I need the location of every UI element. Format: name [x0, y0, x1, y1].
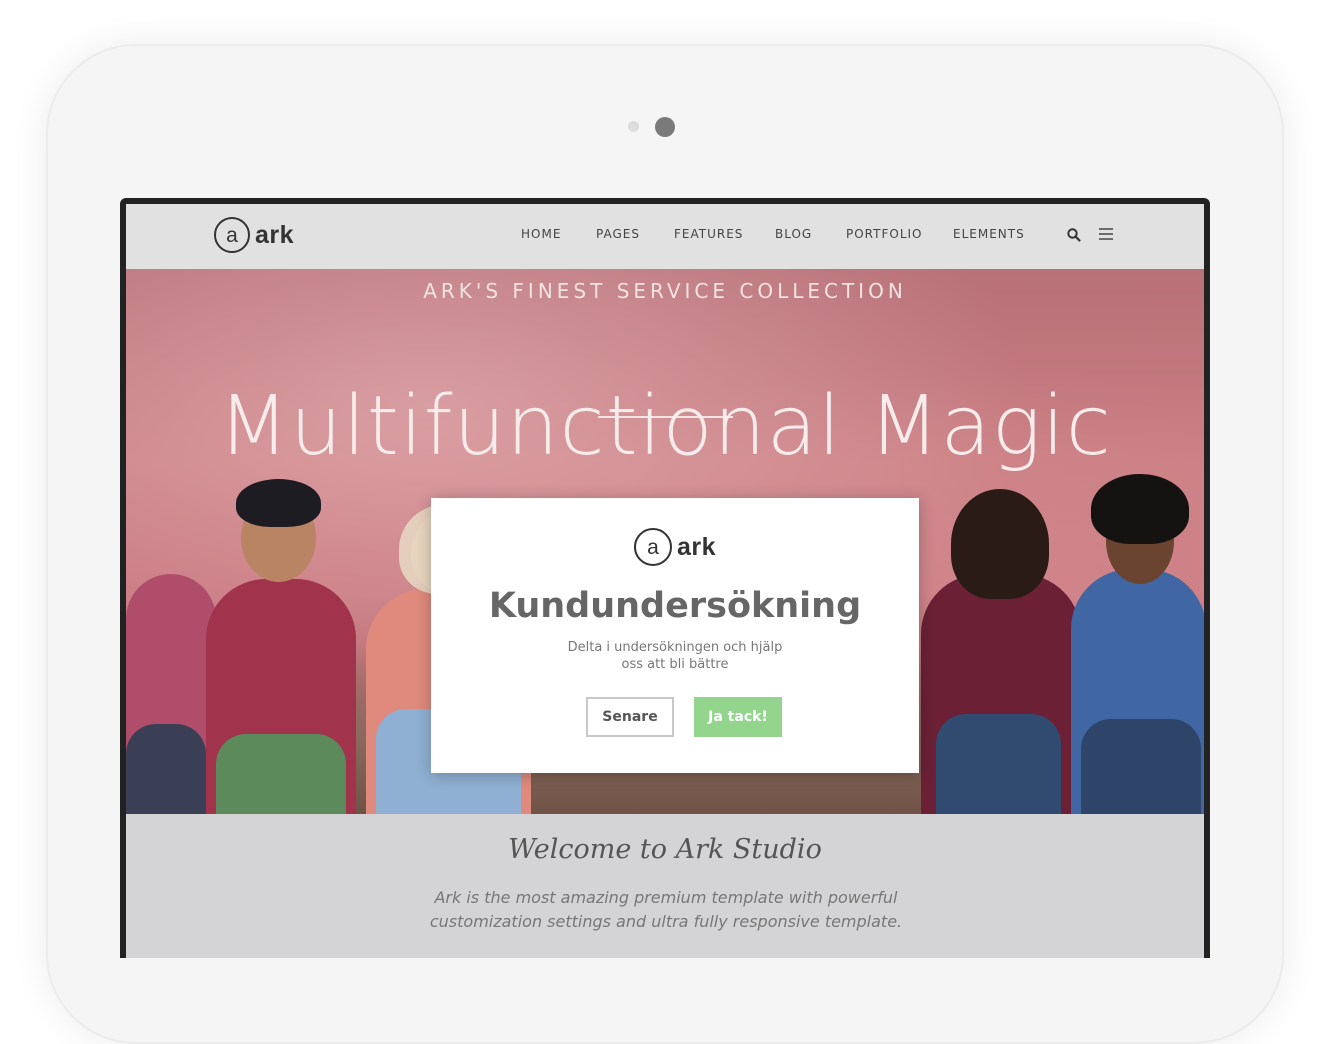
tablet-screen: a ark HOME PAGES FEATURES BLOG PORTFOLIO… — [120, 198, 1210, 958]
welcome-text: Ark is the most amazing premium template… — [429, 888, 903, 931]
nav-item-elements[interactable]: ELEMENTS — [953, 227, 1025, 241]
navbar: a ark HOME PAGES FEATURES BLOG PORTFOLIO… — [126, 204, 1204, 269]
tablet-sensor — [628, 121, 639, 132]
main-menu: HOME PAGES FEATURES BLOG PORTFOLIO ELEME… — [126, 227, 1204, 247]
modal-title: Kundundersökning — [488, 586, 862, 626]
logo-text: ark — [676, 532, 717, 561]
nav-item-pages[interactable]: PAGES — [596, 227, 640, 241]
hero-person — [916, 484, 1086, 814]
hero-section: ARK'S FINEST SERVICE COLLECTION Multifun… — [126, 269, 1204, 814]
hero-title: Multifunctional Magic — [218, 379, 1112, 474]
search-icon[interactable] — [1066, 227, 1082, 243]
modal-logo: a ark — [431, 528, 919, 566]
tablet-camera — [655, 117, 675, 137]
welcome-section: Welcome to Ark Studio Ark is the most am… — [126, 814, 1204, 958]
logo-mark: a — [633, 528, 672, 566]
nav-item-home[interactable]: HOME — [521, 227, 561, 241]
modal-description: Delta i undersökningen och hjälp oss att… — [567, 640, 783, 672]
survey-modal: a ark Kundundersökning Delta i undersökn… — [431, 498, 919, 773]
nav-item-features[interactable]: FEATURES — [674, 227, 743, 241]
hero-kicker: ARK'S FINEST SERVICE COLLECTION — [423, 279, 907, 303]
hero-person — [1071, 474, 1204, 814]
nav-item-portfolio[interactable]: PORTFOLIO — [846, 227, 923, 241]
welcome-title: Welcome to Ark Studio — [508, 834, 822, 865]
nav-item-blog[interactable]: BLOG — [775, 227, 812, 241]
hamburger-icon[interactable] — [1098, 226, 1114, 242]
later-button[interactable]: Senare — [586, 697, 674, 737]
accept-survey-button[interactable]: Ja tack! — [694, 697, 782, 737]
website-viewport: a ark HOME PAGES FEATURES BLOG PORTFOLIO… — [126, 204, 1204, 958]
hero-person — [196, 479, 366, 814]
